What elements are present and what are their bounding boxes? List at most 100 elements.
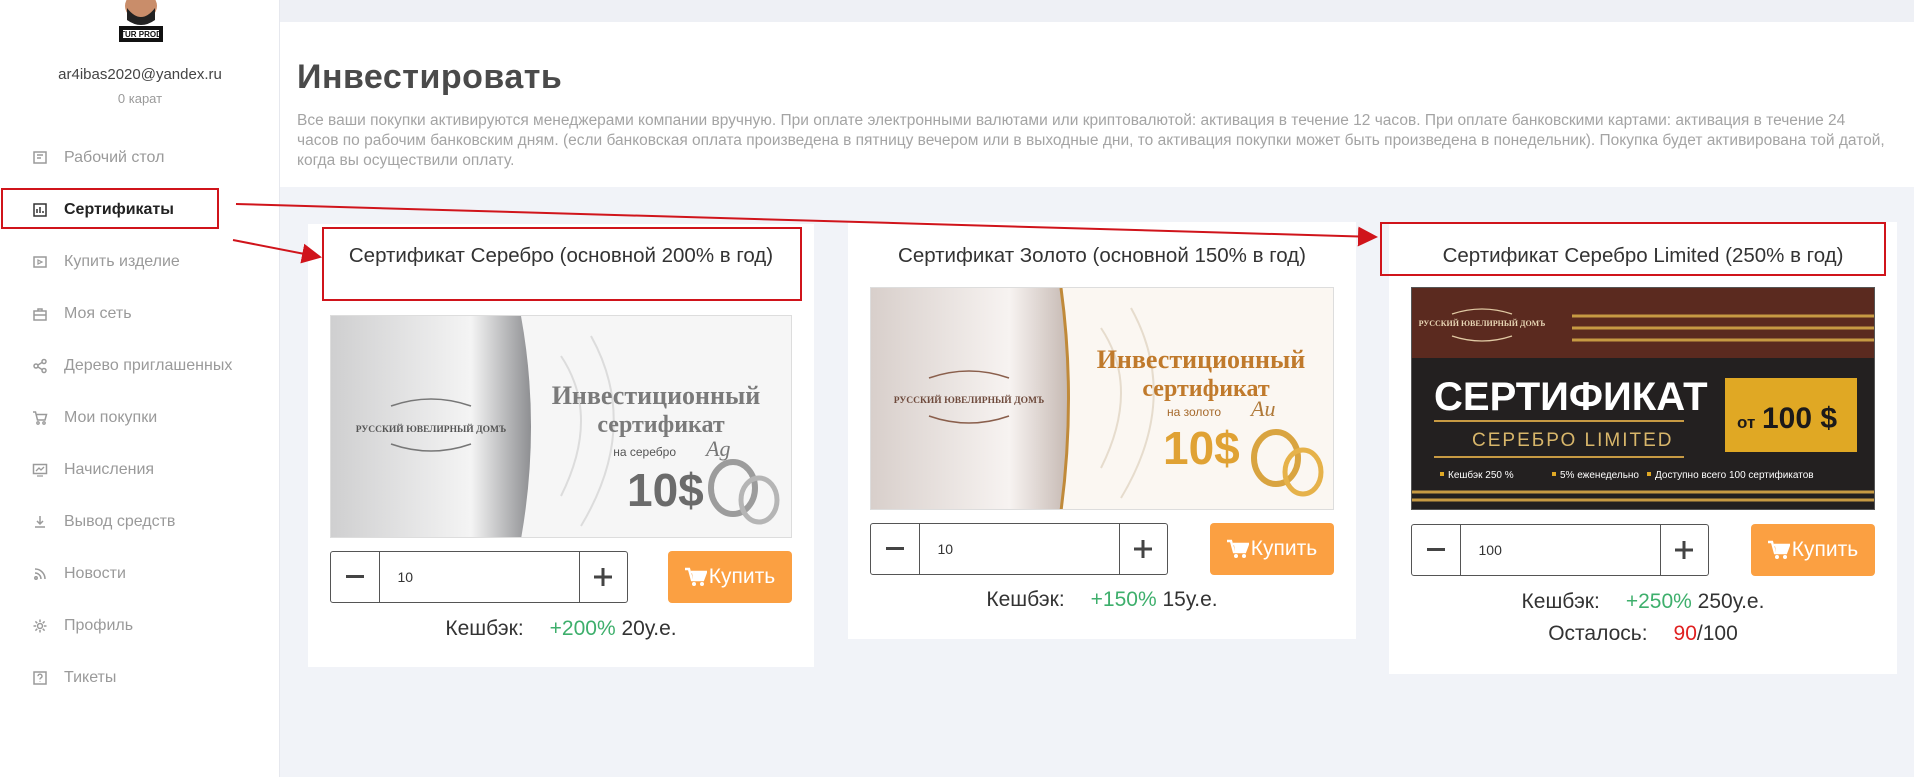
avatar[interactable]: TUR PROD [105,0,177,42]
sidebar-item-news[interactable]: Новости [0,548,280,600]
user-email: ar4ibas2020@yandex.ru [58,66,222,83]
buy-label: Купить [1250,537,1318,560]
cashback-info: Кешбэк: +150% 15у.е. [848,588,1356,612]
video-icon [32,254,48,270]
svg-text:РУССКИЙ ЮВЕЛИРНЫЙ ДОМЪ: РУССКИЙ ЮВЕЛИРНЫЙ ДОМЪ [1419,319,1546,328]
cashback-amount: 20у.е. [621,617,677,640]
rss-icon [32,566,48,582]
certificate-image-silver: РУССКИЙ ЮВЕЛИРНЫЙ ДОМЪ Инвестиционный се… [330,315,792,538]
cashback-label: Кешбэк: [986,588,1065,611]
card-title: Сертификат Золото (основной 150% в год) [898,244,1306,267]
sidebar-item-label: Тикеты [64,669,117,686]
certificate-image-gold: РУССКИЙ ЮВЕЛИРНЫЙ ДОМЪ Инвестиционный се… [870,287,1334,510]
sidebar-item-label: Мои покупки [64,409,158,426]
page-title: Инвестировать [297,58,563,96]
cashback-amount: 250у.е. [1697,590,1765,613]
annotation-box-card-limited [1380,222,1886,276]
help-icon [32,670,48,686]
sidebar-item-label: Рабочий стол [64,149,165,166]
page-description: Все ваши покупки активируются менеджерам… [297,112,1885,169]
cart-icon [1767,540,1790,560]
briefcase-icon [32,306,48,322]
cashback-percent: +200% [549,617,616,640]
svg-text:Au: Au [1249,396,1275,421]
svg-text:на золото: на золото [1167,405,1221,419]
quantity-input[interactable] [379,552,579,602]
svg-text:сертификат: сертификат [597,412,725,438]
svg-text:5% еженедельно: 5% еженедельно [1560,470,1639,481]
svg-text:TUR PROD: TUR PROD [120,30,162,39]
quantity-stepper[interactable] [1411,524,1709,576]
svg-text:Доступно всего 100 сертификато: Доступно всего 100 сертификатов [1655,469,1814,481]
buy-label: Купить [708,565,776,588]
buy-button[interactable]: Купить [668,551,792,603]
decrease-button[interactable] [1412,525,1461,575]
sidebar-item-my-network[interactable]: Моя сеть [0,288,280,340]
sidebar: TUR PROD ar4ibas2020@yandex.ru 0 карат Р… [0,0,280,777]
svg-text:на серебро: на серебро [613,445,676,459]
sidebar-item-label: Начисления [64,461,155,478]
svg-text:10$: 10$ [1163,422,1240,474]
cart-icon [684,567,707,587]
sidebar-item-label: Моя сеть [64,305,132,322]
quantity-stepper[interactable] [330,551,628,603]
remaining-info: Осталось: 90/100 [1389,622,1897,646]
quantity-stepper[interactable] [870,523,1168,575]
download-icon [32,514,48,530]
dashboard-icon [32,150,48,166]
cashback-label: Кешбэк: [1521,590,1600,613]
remaining-label: Осталось: [1548,622,1648,645]
svg-text:СЕРТИФИКАТ: СЕРТИФИКАТ [1434,375,1708,419]
sidebar-item-invite-tree[interactable]: Дерево приглашенных [0,340,280,392]
svg-text:Инвестиционный: Инвестиционный [552,381,761,410]
increase-button[interactable] [578,552,628,602]
annotation-box-sidebar [1,188,219,229]
cashback-label: Кешбэк: [445,617,524,640]
svg-text:РУССКИЙ ЮВЕЛИРНЫЙ ДОМЪ: РУССКИЙ ЮВЕЛИРНЫЙ ДОМЪ [356,423,506,435]
top-bar [280,0,1914,22]
svg-text:100 $: 100 $ [1762,402,1837,435]
sidebar-item-profile[interactable]: Профиль [0,600,280,652]
certificate-card-silver-limited: Сертификат Серебро Limited (250% в год) … [1389,222,1897,674]
svg-text:Кешбэк 250 %: Кешбэк 250 % [1448,469,1514,481]
svg-text:Инвестиционный: Инвестиционный [1097,345,1306,374]
buy-button[interactable]: Купить [1210,523,1334,575]
share-icon [32,358,48,374]
decrease-button[interactable] [331,552,380,602]
svg-text:СЕРЕБРО LIMITED: СЕРЕБРО LIMITED [1472,430,1673,451]
increase-button[interactable] [1659,525,1709,575]
svg-text:РУССКИЙ ЮВЕЛИРНЫЙ ДОМЪ: РУССКИЙ ЮВЕЛИРНЫЙ ДОМЪ [894,394,1044,406]
sidebar-item-label: Профиль [64,617,134,634]
annotation-box-card-silver [322,227,802,301]
sidebar-item-label: Дерево приглашенных [64,357,233,374]
cashback-percent: +150% [1090,588,1157,611]
sidebar-item-label: Вывод средств [64,513,176,530]
svg-text:от: от [1737,413,1755,432]
sidebar-item-my-purchases[interactable]: Мои покупки [0,392,280,444]
sidebar-item-withdraw[interactable]: Вывод средств [0,496,280,548]
sidebar-item-buy-product[interactable]: Купить изделие [0,236,280,288]
cashback-info: Кешбэк: +250% 250у.е. [1389,590,1897,614]
cashback-percent: +250% [1625,590,1692,613]
remaining-count: 90 [1673,622,1697,645]
cashback-info: Кешбэк: +200% 20у.е. [308,617,814,641]
buy-button[interactable]: Купить [1751,524,1875,576]
sidebar-item-tickets[interactable]: Тикеты [0,652,280,704]
sidebar-item-label: Купить изделие [64,253,180,270]
cashback-amount: 15у.е. [1162,588,1218,611]
svg-text:Ag: Ag [704,436,730,461]
user-karat: 0 карат [117,91,163,106]
buy-label: Купить [1791,538,1859,561]
sidebar-item-dashboard[interactable]: Рабочий стол [0,132,280,184]
cart-icon [1226,539,1249,559]
quantity-input[interactable] [1460,525,1660,575]
cart-icon [32,410,48,426]
decrease-button[interactable] [871,524,920,574]
quantity-input[interactable] [919,524,1119,574]
sidebar-item-accruals[interactable]: Начисления [0,444,280,496]
monitor-icon [32,462,48,478]
increase-button[interactable] [1118,524,1168,574]
remaining-total: /100 [1696,622,1738,645]
sidebar-item-label: Новости [64,565,126,582]
svg-text:10$: 10$ [627,464,704,516]
